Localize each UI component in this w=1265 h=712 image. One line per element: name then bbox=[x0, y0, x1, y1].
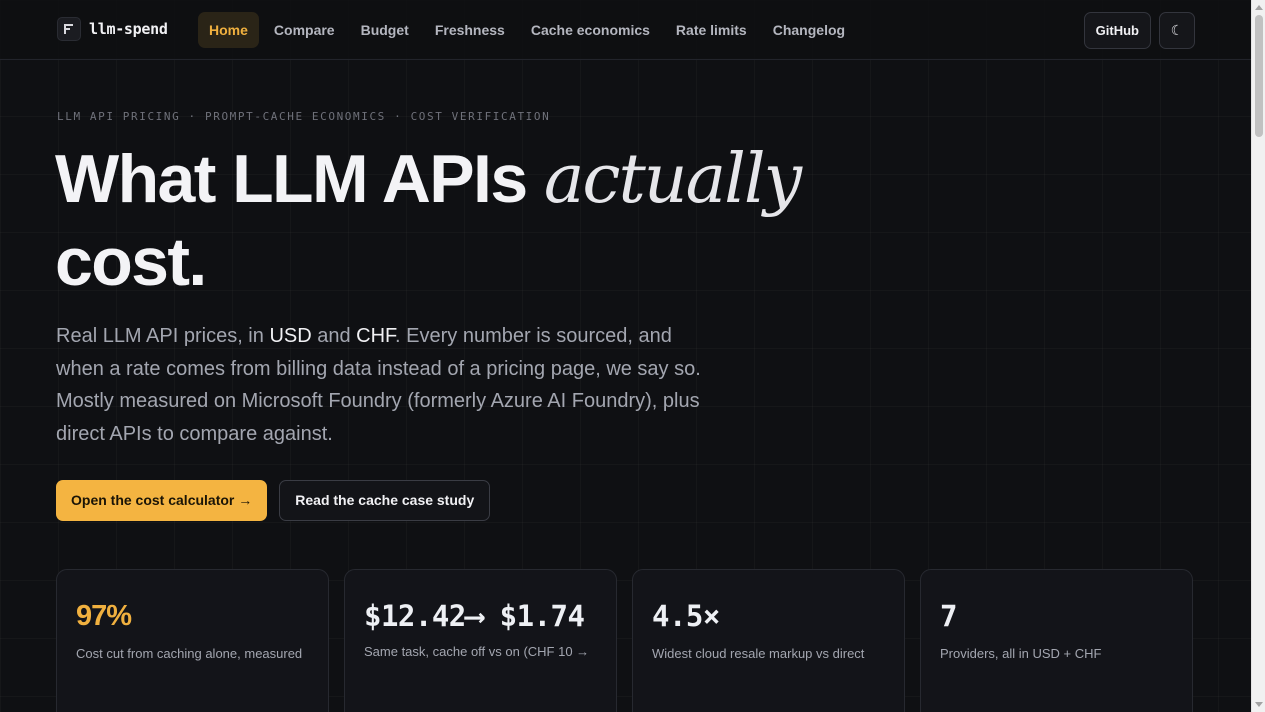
stat-card: 97% Cost cut from caching alone, measure… bbox=[56, 569, 329, 712]
stat-value: 97% bbox=[76, 600, 132, 632]
stat-label: Cost cut from caching alone, measured bbox=[76, 646, 303, 661]
stat-label: Providers, all in USD + CHF bbox=[940, 646, 1102, 661]
hero-title-emphasis: actually bbox=[543, 140, 802, 219]
theme-toggle-button[interactable]: ☾ bbox=[1159, 12, 1195, 49]
brand[interactable]: llm-spend bbox=[57, 17, 168, 41]
stat-card: 7 Providers, all in USD + CHF bbox=[920, 569, 1193, 712]
stat-value: 7 bbox=[940, 599, 957, 633]
lede-chf: CHF bbox=[356, 325, 396, 347]
hero-title-part-1: What LLM APIs bbox=[55, 141, 544, 217]
stat-label: Same task, cache off vs on (CHF 10 → bbox=[364, 644, 590, 659]
cache-case-study-button[interactable]: Read the cache case study bbox=[279, 480, 491, 521]
lede-text: Real LLM API prices, in bbox=[56, 325, 270, 347]
stat-card: 4.5× Widest cloud resale markup vs direc… bbox=[632, 569, 905, 712]
nav-link-rate-limits[interactable]: Rate limits bbox=[665, 12, 758, 48]
lede-usd: USD bbox=[269, 325, 312, 347]
nav-actions: GitHub ☾ bbox=[1083, 12, 1195, 49]
brand-name: llm-spend bbox=[89, 20, 168, 38]
nav-link-compare[interactable]: Compare bbox=[263, 12, 346, 48]
stat-label: Widest cloud resale markup vs direct bbox=[652, 646, 865, 661]
top-nav: llm-spend Home Compare Budget Freshness … bbox=[0, 0, 1251, 60]
hero-eyebrow: LLM API PRICING · PROMPT-CACHE ECONOMICS… bbox=[57, 110, 551, 123]
github-button[interactable]: GitHub bbox=[1083, 12, 1151, 49]
scroll-up-arrow-icon[interactable] bbox=[1255, 5, 1263, 10]
hero-title-part-2: cost. bbox=[55, 224, 207, 300]
nav-link-budget[interactable]: Budget bbox=[350, 12, 420, 48]
open-calculator-button[interactable]: Open the cost calculator → bbox=[56, 480, 268, 521]
scroll-down-arrow-icon[interactable] bbox=[1255, 702, 1263, 707]
stat-value: 4.5× bbox=[652, 599, 720, 633]
nav-link-changelog[interactable]: Changelog bbox=[762, 12, 856, 48]
stat-value: $12.42⟶ $1.74 bbox=[364, 599, 585, 633]
stats-row: 97% Cost cut from caching alone, measure… bbox=[56, 569, 1193, 712]
stat-card: $12.42⟶ $1.74 Same task, cache off vs on… bbox=[344, 569, 617, 712]
nav-link-freshness[interactable]: Freshness bbox=[424, 12, 516, 48]
hero-description: Real LLM API prices, in USD and CHF. Eve… bbox=[56, 320, 706, 450]
page-scrollbar[interactable] bbox=[1251, 0, 1265, 712]
scrollbar-thumb[interactable] bbox=[1255, 15, 1263, 137]
nav-link-home[interactable]: Home bbox=[198, 12, 259, 48]
cta-row: Open the cost calculator → Read the cach… bbox=[56, 480, 491, 521]
lede-text: and bbox=[311, 325, 357, 347]
hero-title: What LLM APIs actually cost. bbox=[55, 138, 815, 303]
logo-icon bbox=[57, 17, 81, 41]
moon-icon: ☾ bbox=[1170, 22, 1184, 38]
nav-link-cache-economics[interactable]: Cache economics bbox=[520, 12, 661, 48]
nav-links: Home Compare Budget Freshness Cache econ… bbox=[198, 12, 860, 48]
